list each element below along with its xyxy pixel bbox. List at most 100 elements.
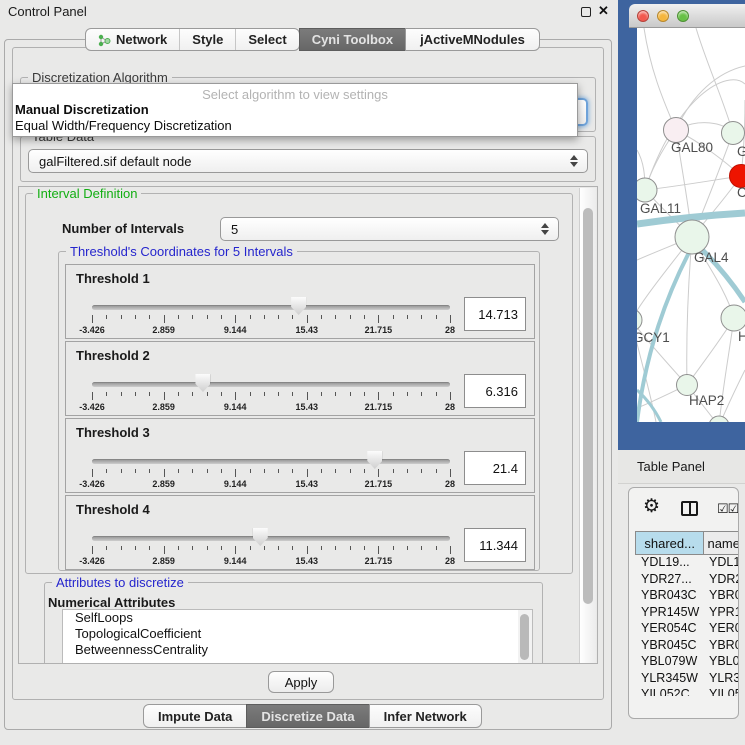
- slider-track[interactable]: [92, 536, 450, 541]
- slider-tick: [450, 546, 451, 554]
- slider-tick: [207, 546, 208, 550]
- cell-shared-name[interactable]: YPR145W: [635, 605, 704, 622]
- slider-tick: [192, 392, 193, 396]
- table-row[interactable]: YLR345WYLR345W: [635, 671, 739, 688]
- network-node-h[interactable]: [721, 305, 745, 331]
- table-row[interactable]: YBR043CYBR043C: [635, 588, 739, 605]
- network-node-gal11[interactable]: [637, 178, 657, 202]
- slider-tick: [307, 392, 308, 400]
- network-node-gal4[interactable]: [675, 220, 709, 254]
- tab-network[interactable]: Network: [86, 29, 180, 50]
- tab-infer-network[interactable]: Infer Network: [369, 704, 482, 728]
- cell-shared-name[interactable]: YBR045C: [635, 638, 704, 655]
- slider-tick: [121, 469, 122, 473]
- tab-jactivemnodules[interactable]: jActiveMNodules: [405, 28, 540, 51]
- cell-shared-name[interactable]: YBL079W: [635, 654, 704, 671]
- algorithm-item-equal-width[interactable]: Equal Width/Frequency Discretization: [13, 117, 577, 133]
- slider-thumb[interactable]: [367, 451, 382, 469]
- bottom-tab-bar: Impute Data Discretize Data Infer Networ…: [143, 704, 482, 728]
- cell-name[interactable]: YBL079W: [704, 654, 739, 671]
- apply-button[interactable]: Apply: [268, 671, 334, 693]
- slider-track[interactable]: [92, 305, 450, 310]
- slider-thumb[interactable]: [291, 297, 306, 315]
- cell-name[interactable]: YPR145W: [704, 605, 739, 622]
- tab-impute-data[interactable]: Impute Data: [143, 704, 247, 728]
- number-of-intervals-combobox[interactable]: 5: [220, 217, 559, 241]
- close-button[interactable]: [637, 10, 649, 22]
- tab-select[interactable]: Select: [236, 29, 298, 50]
- algorithm-prompt-item[interactable]: Select algorithm to view settings: [13, 84, 577, 101]
- cell-name[interactable]: YER054C: [704, 621, 739, 638]
- tab-style[interactable]: Style: [180, 29, 236, 50]
- column-header-name[interactable]: name: [704, 532, 739, 554]
- gear-icon[interactable]: ⚙: [643, 497, 660, 516]
- cell-shared-name[interactable]: YDL19...: [635, 555, 704, 572]
- threshold-value-field[interactable]: 14.713: [464, 297, 526, 331]
- cell-shared-name[interactable]: YER054C: [635, 621, 704, 638]
- zoom-button[interactable]: [677, 10, 689, 22]
- network-node-gcy1[interactable]: [637, 309, 642, 331]
- split-columns-icon[interactable]: [681, 501, 698, 516]
- slider-track[interactable]: [92, 382, 450, 387]
- cell-name[interactable]: YLR345W: [704, 671, 739, 688]
- checkboxes-icon[interactable]: ☑☑: [717, 501, 738, 517]
- slider-track[interactable]: [92, 459, 450, 464]
- tab-discretize-data[interactable]: Discretize Data: [246, 704, 369, 728]
- table-row[interactable]: YER054CYER054C: [635, 621, 739, 638]
- network-edge[interactable]: [645, 176, 741, 190]
- slider-tick: [235, 315, 236, 323]
- numerical-attributes-list[interactable]: SelfLoopsTopologicalCoefficientBetweenne…: [62, 609, 533, 664]
- scrollbar-thumb[interactable]: [520, 614, 529, 660]
- cell-shared-name[interactable]: YBR043C: [635, 588, 704, 605]
- column-header-shared[interactable]: shared...: [636, 532, 704, 554]
- network-window-titlebar[interactable]: [629, 4, 745, 28]
- minimize-button[interactable]: [657, 10, 669, 22]
- cell-name[interactable]: YDR27...: [704, 572, 739, 589]
- tab-cyni-toolbox[interactable]: Cyni Toolbox: [299, 28, 406, 51]
- cell-shared-name[interactable]: YLR345W: [635, 671, 704, 688]
- network-edge[interactable]: [644, 28, 676, 130]
- network-node-gal80[interactable]: [664, 118, 689, 143]
- cell-shared-name[interactable]: YDR27...: [635, 572, 704, 589]
- attributes-list-scrollbar[interactable]: [518, 610, 532, 664]
- network-canvas[interactable]: GAL80GACGAL11GAL4GCY1HHAP2: [637, 28, 745, 422]
- slider-tick-label: 9.144: [224, 325, 247, 335]
- attribute-item[interactable]: BetweennessCentrality: [63, 642, 520, 658]
- cell-name[interactable]: YDL19...: [704, 555, 739, 572]
- network-node-ga[interactable]: [722, 122, 745, 145]
- attribute-item[interactable]: TopologicalCoefficient: [63, 626, 520, 642]
- slider-tick: [292, 546, 293, 550]
- threshold-value-field[interactable]: 6.316: [464, 374, 526, 408]
- table-row[interactable]: YDR27...YDR27...: [635, 572, 739, 589]
- cell-name[interactable]: YBR043C: [704, 588, 739, 605]
- close-icon[interactable]: ✕: [598, 3, 609, 19]
- numerical-attributes-label: Numerical Attributes: [48, 595, 175, 610]
- threshold-value-field[interactable]: 21.4: [464, 451, 526, 485]
- slider-thumb[interactable]: [195, 374, 210, 392]
- table-row[interactable]: YPR145WYPR145W: [635, 605, 739, 622]
- table-row[interactable]: YBR045CYBR045C: [635, 638, 739, 655]
- cell-name[interactable]: YIL052C: [704, 687, 739, 696]
- cell-name[interactable]: YBR045C: [704, 638, 739, 655]
- table-rows: YDL19...YDL19...YDR27...YDR27...YBR043CY…: [635, 555, 739, 696]
- slider-tick: [92, 469, 93, 477]
- apply-button-label: Apply: [285, 675, 318, 690]
- float-window-icon[interactable]: [581, 7, 591, 17]
- table-row[interactable]: YBL079WYBL079W: [635, 654, 739, 671]
- viewport-scrollbar[interactable]: [579, 188, 596, 664]
- network-edge[interactable]: [676, 66, 745, 130]
- slider-tick: [221, 469, 222, 473]
- threshold-value-field[interactable]: 11.344: [464, 528, 526, 562]
- slider-tick: [135, 315, 136, 319]
- cell-shared-name[interactable]: YIL052C: [635, 687, 704, 696]
- slider-thumb[interactable]: [253, 528, 268, 546]
- table-row[interactable]: YDL19...YDL19...: [635, 555, 739, 572]
- slider-tick-label: 2.859: [152, 325, 175, 335]
- attribute-item[interactable]: SelfLoops: [63, 610, 520, 626]
- table-data-combobox[interactable]: galFiltered.sif default node: [28, 149, 588, 173]
- viewport-scrollbar-thumb[interactable]: [583, 208, 593, 604]
- threshold-box: Threshold 3 -3.4262.8599.14415.4321.7152…: [65, 418, 535, 493]
- table-row[interactable]: YIL052CYIL052C: [635, 687, 739, 696]
- algorithm-item-manual[interactable]: Manual Discretization: [13, 101, 577, 117]
- slider-tick: [321, 315, 322, 319]
